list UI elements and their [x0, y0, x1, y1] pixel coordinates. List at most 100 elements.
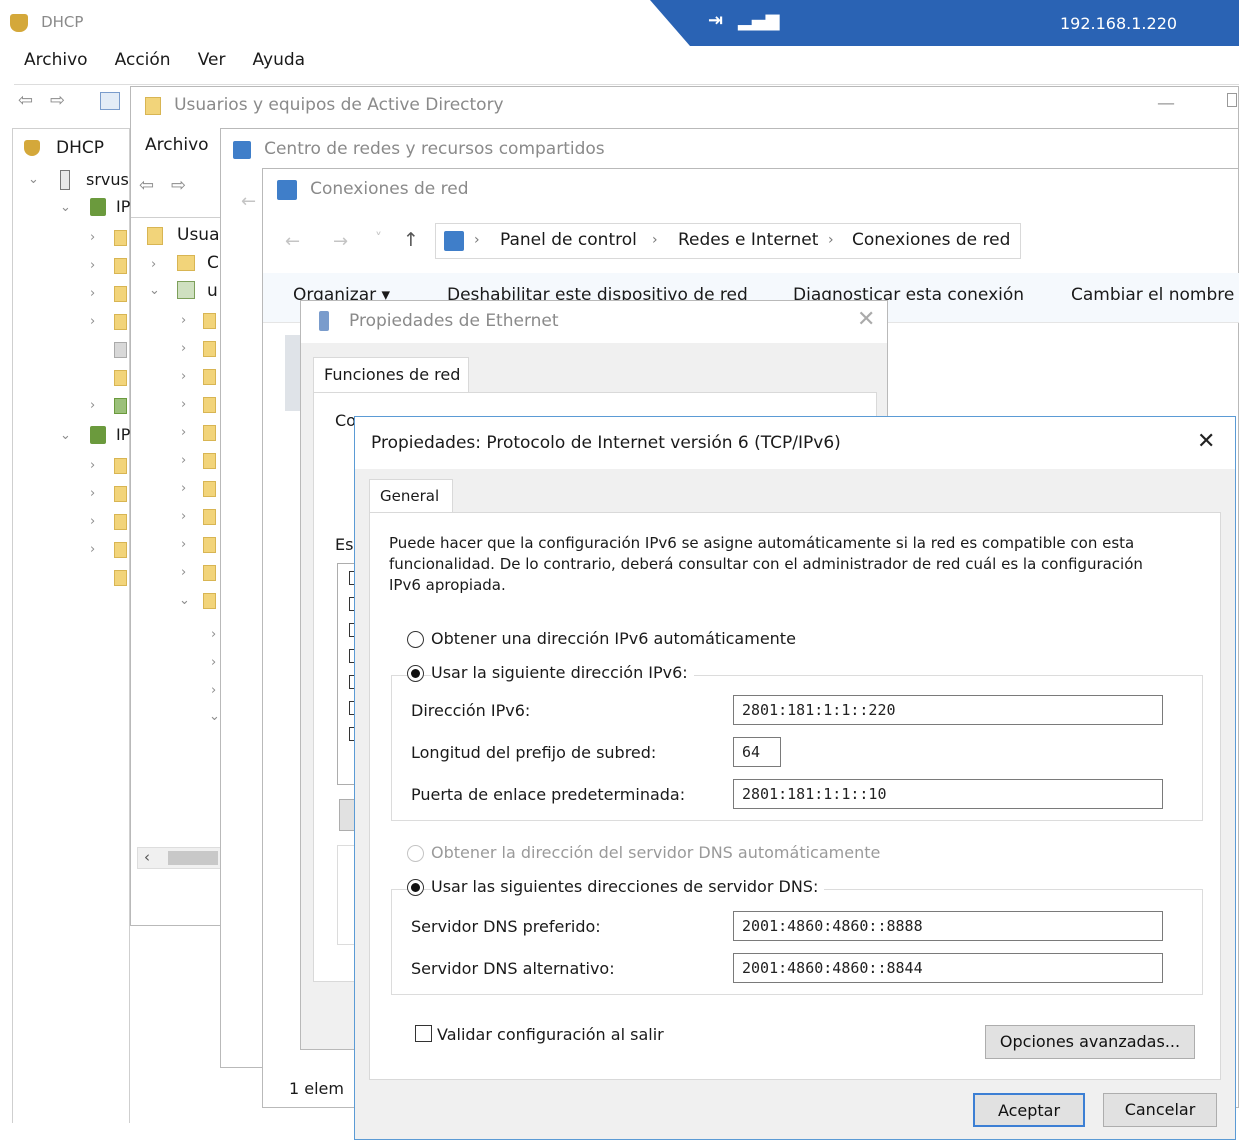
scrollbar-thumb[interactable] [168, 851, 218, 865]
dhcp-tree-ipv4[interactable]: IP [116, 197, 130, 216]
chevron-right-icon[interactable]: › [90, 286, 95, 301]
ethernet-tab[interactable]: Funciones de red [313, 357, 469, 393]
folder-icon [114, 314, 127, 330]
chevron-down-icon[interactable]: ⌄ [28, 172, 39, 187]
radio-manual-dns[interactable] [407, 879, 424, 896]
chevron-right-icon[interactable]: › [181, 481, 186, 496]
chevron-right-icon[interactable]: › [181, 369, 186, 384]
chevron-right-icon[interactable]: › [211, 655, 216, 670]
dhcp-tree-ipv6[interactable]: IP [116, 425, 130, 444]
breadcrumb-network[interactable]: Redes e Internet [678, 230, 818, 250]
address-bar[interactable]: › Panel de control › Redes e Internet › … [435, 223, 1021, 259]
back-arrow-icon[interactable]: ← [241, 191, 256, 212]
menu-ayuda[interactable]: Ayuda [253, 50, 306, 70]
server-icon [60, 170, 70, 190]
back-arrow-icon[interactable]: ⇦ [139, 175, 154, 196]
dhcp-tree-server[interactable]: srvus [86, 170, 129, 189]
ad-menu-archivo[interactable]: Archivo [145, 135, 209, 155]
network-center-title-bar: Centro de redes y recursos compartidos [233, 139, 605, 159]
menu-accion[interactable]: Acción [115, 50, 171, 70]
connect-using-label: Co [335, 411, 356, 430]
radio-manual-ipv6-label[interactable]: Usar la siguiente dirección IPv6: [431, 663, 694, 682]
chevron-right-icon[interactable]: › [90, 258, 95, 273]
chevron-right-icon[interactable]: › [90, 486, 95, 501]
chevron-right-icon[interactable]: › [90, 542, 95, 557]
back-arrow-icon[interactable]: ← [285, 231, 300, 252]
menu-ver[interactable]: Ver [198, 50, 226, 70]
back-arrow-icon[interactable]: ⇦ [18, 90, 33, 111]
prefix-length-field[interactable]: 64 [733, 737, 781, 767]
network-center-title: Centro de redes y recursos compartidos [264, 139, 605, 159]
minimize-icon[interactable]: — [1157, 93, 1175, 114]
chevron-right-icon[interactable]: › [181, 565, 186, 580]
pin-icon[interactable]: ⇥ [708, 10, 723, 31]
chevron-right-icon[interactable]: › [90, 314, 95, 329]
folder-icon [114, 458, 127, 474]
chevron-down-icon[interactable]: ⌄ [60, 428, 71, 443]
chevron-down-icon[interactable]: ⌄ [209, 709, 220, 724]
ad-horizontal-scrollbar[interactable]: ‹ [137, 847, 221, 869]
signal-icon: ▂▄▆ [738, 10, 780, 31]
recent-dropdown-icon[interactable]: ˅ [375, 231, 382, 247]
chevron-down-icon[interactable]: ⌄ [179, 593, 190, 608]
folder-icon [203, 537, 216, 553]
ok-button[interactable]: Aceptar [973, 1093, 1085, 1127]
chevron-right-icon[interactable]: › [181, 341, 186, 356]
ipv6-description: Puede hacer que la configuración IPv6 se… [389, 534, 1143, 594]
radio-auto-dns-label[interactable]: Obtener la dirección del servidor DNS au… [431, 843, 880, 862]
breadcrumb-connections[interactable]: Conexiones de red [852, 230, 1010, 250]
ipv6-properties-dialog: Propiedades: Protocolo de Internet versi… [354, 416, 1236, 1140]
close-icon[interactable]: ✕ [1197, 429, 1215, 454]
validate-checkbox[interactable] [415, 1025, 432, 1042]
chevron-right-icon[interactable]: › [181, 425, 186, 440]
adapter-icon[interactable] [285, 335, 301, 411]
radio-manual-dns-label[interactable]: Usar las siguientes direcciones de servi… [431, 877, 825, 896]
chevron-right-icon[interactable]: › [90, 398, 95, 413]
scroll-left-icon[interactable]: ‹ [144, 848, 150, 866]
rename-button[interactable]: Cambiar el nombre [1071, 285, 1234, 305]
close-icon[interactable]: ✕ [857, 307, 875, 332]
remote-ip: 192.168.1.220 [1060, 14, 1178, 33]
chevron-down-icon[interactable]: ⌄ [60, 200, 71, 215]
dns-alternate-field[interactable]: 2001:4860:4860::8844 [733, 953, 1163, 983]
chevron-right-icon[interactable]: › [211, 627, 216, 642]
failover-icon [114, 398, 127, 414]
radio-auto-ipv6-label[interactable]: Obtener una dirección IPv6 automáticamen… [431, 629, 796, 648]
chevron-right-icon[interactable]: › [181, 537, 186, 552]
chevron-right-icon[interactable]: › [211, 683, 216, 698]
ad-tree-c[interactable]: C [207, 253, 219, 273]
console-tree-icon[interactable] [100, 92, 120, 110]
menu-archivo[interactable]: Archivo [24, 50, 88, 70]
chevron-right-icon[interactable]: › [181, 509, 186, 524]
chevron-right-icon[interactable]: › [181, 313, 186, 328]
chevron-right-icon[interactable]: › [181, 453, 186, 468]
chevron-right-icon[interactable]: › [181, 397, 186, 412]
up-arrow-icon[interactable]: ↑ [403, 229, 419, 251]
ad-tree-u[interactable]: u [207, 281, 218, 301]
forward-arrow-icon[interactable]: ⇨ [171, 175, 186, 196]
forward-arrow-icon[interactable]: ⇨ [50, 90, 65, 111]
ipv6-icon [90, 426, 106, 444]
chevron-down-icon[interactable]: ⌄ [149, 283, 160, 298]
gateway-field[interactable]: 2801:181:1:1::10 [733, 779, 1163, 809]
chevron-right-icon[interactable]: › [90, 230, 95, 245]
radio-auto-ipv6[interactable] [407, 631, 424, 648]
advanced-options-button[interactable]: Opciones avanzadas... [985, 1025, 1195, 1059]
forward-arrow-icon[interactable]: → [333, 231, 348, 252]
dhcp-tree-root[interactable]: DHCP [56, 138, 104, 158]
radio-manual-ipv6[interactable] [407, 665, 424, 682]
dns-preferred-field[interactable]: 2001:4860:4860::8888 [733, 911, 1163, 941]
general-tab[interactable]: General [369, 479, 453, 513]
breadcrumb-panel[interactable]: Panel de control [500, 230, 637, 250]
ipv6-address-field[interactable]: 2801:181:1:1::220 [733, 695, 1163, 725]
maximize-icon[interactable] [1227, 93, 1237, 107]
cancel-button[interactable]: Cancelar [1103, 1093, 1217, 1127]
ad-tree-root[interactable]: Usua [177, 225, 220, 245]
chevron-right-icon[interactable]: › [90, 458, 95, 473]
chevron-right-icon[interactable]: › [151, 257, 156, 272]
dhcp-title: DHCP [41, 13, 84, 31]
radio-auto-dns[interactable] [407, 845, 424, 862]
breadcrumb-sep-icon: › [474, 232, 480, 248]
chevron-right-icon[interactable]: › [90, 514, 95, 529]
validate-label[interactable]: Validar configuración al salir [437, 1025, 664, 1044]
